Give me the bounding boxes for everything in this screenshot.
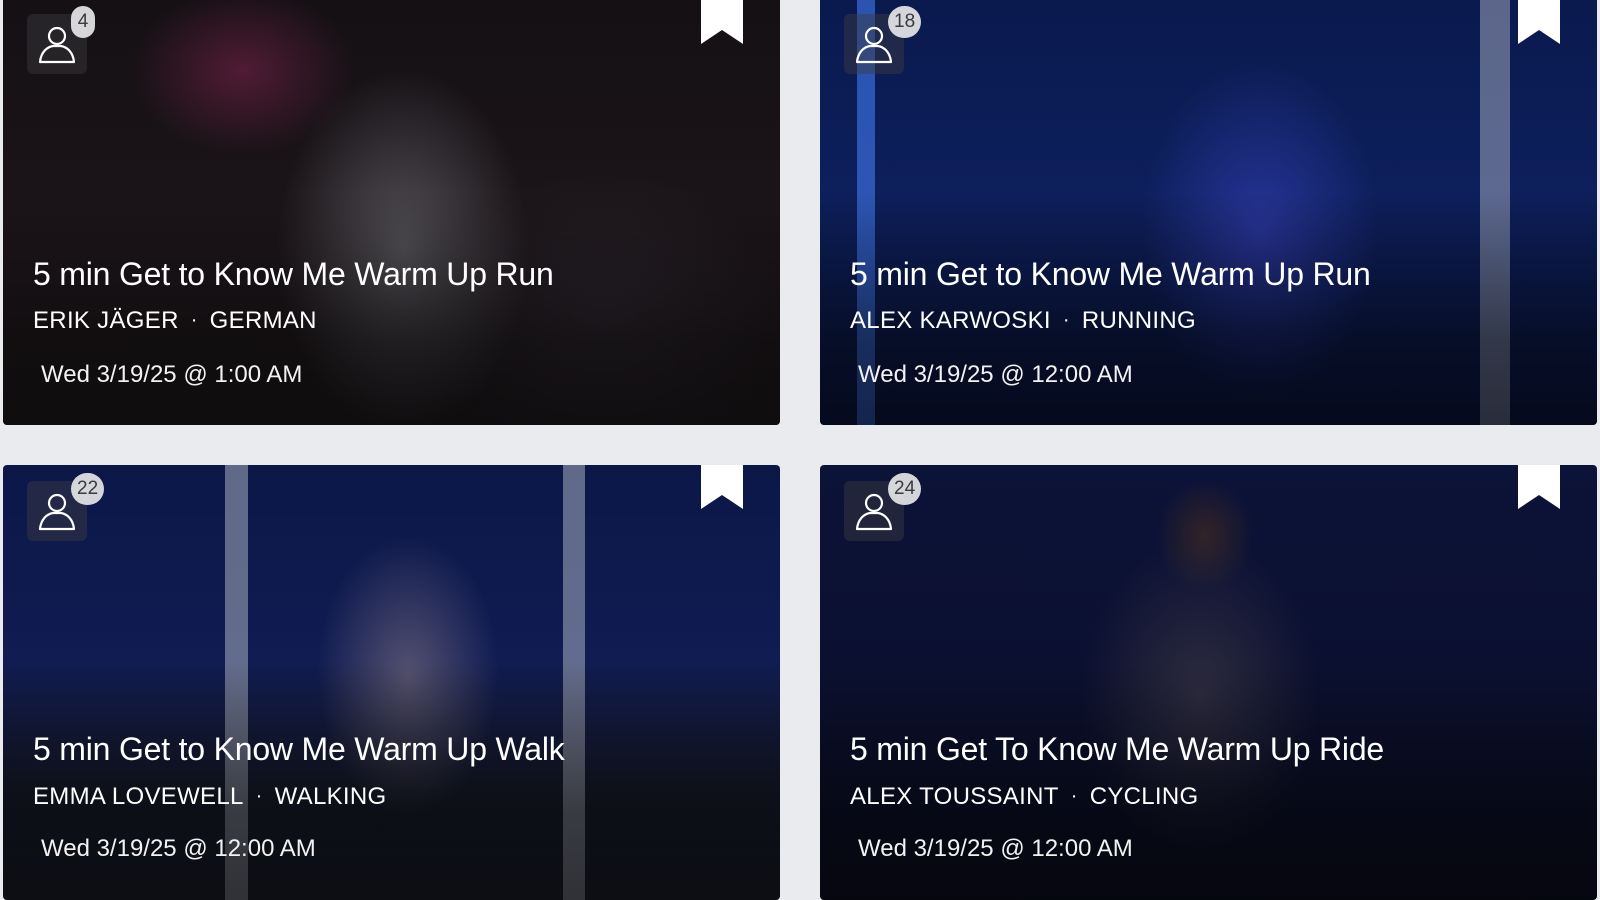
- class-grid: 4 5 min Get to Know Me Warm Up Run ERIK …: [0, 0, 1600, 900]
- bookmark-button[interactable]: [1518, 0, 1560, 44]
- class-date: Wed 3/19/25 @ 12:00 AM: [41, 835, 316, 862]
- meta-separator: ·: [1062, 309, 1070, 331]
- class-date: Wed 3/19/25 @ 12:00 AM: [858, 835, 1133, 862]
- class-meta: EMMA LOVEWELL · WALKING: [33, 783, 387, 811]
- bookmark-icon: [701, 465, 743, 509]
- class-category: RUNNING: [1081, 307, 1196, 334]
- participant-count-badge: 18: [888, 6, 922, 38]
- bookmark-button[interactable]: [701, 0, 743, 44]
- bookmark-icon: [1518, 465, 1560, 509]
- participants-indicator: 22: [27, 473, 105, 541]
- class-title: 5 min Get to Know Me Warm Up Run: [850, 256, 1371, 292]
- bookmark-button[interactable]: [1518, 465, 1560, 509]
- instructor-name: ALEX TOUSSAINT: [850, 783, 1059, 810]
- class-card[interactable]: 4 5 min Get to Know Me Warm Up Run ERIK …: [3, 0, 780, 425]
- class-title: 5 min Get to Know Me Warm Up Walk: [33, 731, 565, 767]
- class-date: Wed 3/19/25 @ 12:00 AM: [858, 361, 1133, 388]
- class-card[interactable]: 24 5 min Get To Know Me Warm Up Ride ALE…: [820, 465, 1597, 900]
- meta-separator: ·: [1070, 785, 1078, 807]
- participant-count-badge: 4: [71, 6, 95, 38]
- class-card[interactable]: 18 5 min Get to Know Me Warm Up Run ALEX…: [820, 0, 1597, 425]
- meta-separator: ·: [255, 785, 263, 807]
- class-category: GERMAN: [209, 307, 317, 334]
- bookmark-button[interactable]: [701, 465, 743, 509]
- class-title: 5 min Get to Know Me Warm Up Run: [33, 256, 554, 292]
- class-meta: ERIK JÄGER · GERMAN: [33, 307, 317, 335]
- class-card[interactable]: 22 5 min Get to Know Me Warm Up Walk EMM…: [3, 465, 780, 900]
- participant-count-badge: 22: [71, 473, 105, 505]
- instructor-name: ERIK JÄGER: [33, 307, 179, 334]
- class-title: 5 min Get To Know Me Warm Up Ride: [850, 731, 1385, 767]
- class-category: CYCLING: [1089, 783, 1199, 810]
- participant-count-badge: 24: [888, 473, 922, 505]
- instructor-name: EMMA LOVEWELL: [33, 783, 244, 810]
- instructor-name: ALEX KARWOSKI: [850, 307, 1051, 334]
- participants-indicator: 4: [27, 6, 95, 74]
- bookmark-icon: [1518, 0, 1560, 44]
- bookmark-icon: [701, 0, 743, 44]
- class-category: WALKING: [274, 783, 387, 810]
- class-meta: ALEX KARWOSKI · RUNNING: [850, 307, 1196, 335]
- class-date: Wed 3/19/25 @ 1:00 AM: [41, 361, 303, 388]
- meta-separator: ·: [190, 309, 198, 331]
- class-meta: ALEX TOUSSAINT · CYCLING: [850, 783, 1198, 811]
- participants-indicator: 24: [844, 473, 922, 541]
- participants-indicator: 18: [844, 6, 922, 74]
